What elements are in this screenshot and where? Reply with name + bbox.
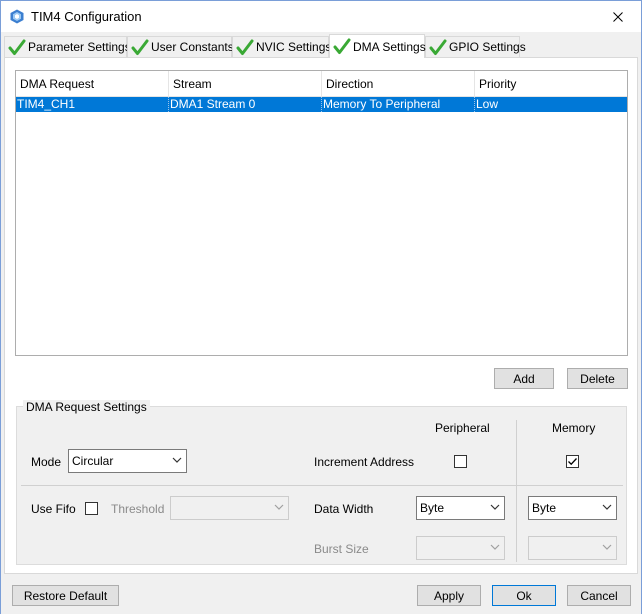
tab-dma-settings[interactable]: DMA Settings <box>329 34 426 58</box>
cube-app-icon <box>10 9 24 24</box>
restore-default-button[interactable]: Restore Default <box>12 585 119 606</box>
peripheral-increment-checkbox[interactable] <box>454 455 467 468</box>
tim4-configuration-dialog: TIM4 Configuration Parameter Settings Us… <box>0 0 642 614</box>
threshold-select[interactable] <box>170 496 289 520</box>
window-title: TIM4 Configuration <box>31 9 142 24</box>
chevron-down-icon <box>490 544 500 550</box>
data-width-label: Data Width <box>314 502 374 516</box>
tab-label: NVIC Settings <box>256 40 332 54</box>
mode-label: Mode <box>31 455 62 469</box>
tab-label: GPIO Settings <box>449 40 526 54</box>
memory-column-separator <box>516 420 517 562</box>
group-title: DMA Request Settings <box>23 400 150 414</box>
column-header-direction[interactable]: Direction <box>322 71 475 97</box>
threshold-label: Threshold <box>111 502 165 516</box>
memory-burst-size-select[interactable] <box>528 536 617 560</box>
increment-address-label: Increment Address <box>314 455 415 469</box>
check-icon <box>236 39 254 55</box>
checkmark-icon <box>568 458 577 466</box>
memory-increment-checkbox[interactable] <box>566 455 579 468</box>
column-header-stream[interactable]: Stream <box>169 71 322 97</box>
peripheral-header: Peripheral <box>435 421 490 435</box>
check-icon <box>429 39 447 55</box>
tab-gpio-settings[interactable]: GPIO Settings <box>425 36 526 57</box>
table-header: DMA Request Stream Direction Priority <box>16 71 627 97</box>
check-icon <box>131 39 149 55</box>
tab-label: DMA Settings <box>353 39 426 54</box>
tab-label: Parameter Settings <box>28 40 131 54</box>
cell-direction: Memory To Peripheral <box>322 97 475 112</box>
cell-stream: DMA1 Stream 0 <box>169 97 322 112</box>
chevron-down-icon <box>172 457 182 463</box>
chevron-down-icon <box>602 504 612 510</box>
chevron-down-icon <box>602 544 612 550</box>
use-fifo-label: Use Fifo <box>31 502 76 516</box>
close-icon <box>613 11 623 22</box>
mode-value: Circular <box>72 454 114 468</box>
use-fifo-checkbox[interactable] <box>85 502 98 515</box>
tab-nvic-settings[interactable]: NVIC Settings <box>232 36 332 57</box>
tab-user-constants[interactable]: User Constants <box>127 36 234 57</box>
dialog-footer: Restore Default Apply Ok Cancel <box>1 574 641 614</box>
tab-bar: Parameter Settings User Constants NVIC S… <box>4 34 638 58</box>
tab-label: User Constants <box>151 40 234 54</box>
dma-request-table: DMA Request Stream Direction Priority TI… <box>15 70 628 356</box>
memory-header: Memory <box>552 421 596 435</box>
check-icon <box>333 38 351 54</box>
row-separator <box>21 485 623 486</box>
add-button[interactable]: Add <box>494 368 554 389</box>
check-icon <box>8 39 26 55</box>
ok-button[interactable]: Ok <box>492 585 556 606</box>
title-bar: TIM4 Configuration <box>1 1 641 32</box>
peripheral-burst-size-select[interactable] <box>416 536 505 560</box>
delete-button[interactable]: Delete <box>567 368 628 389</box>
close-button[interactable] <box>595 1 641 32</box>
peripheral-data-width-value: Byte <box>420 501 445 515</box>
memory-data-width-select[interactable]: Byte <box>528 496 617 520</box>
chevron-down-icon <box>490 504 500 510</box>
table-row[interactable]: TIM4_CH1 DMA1 Stream 0 Memory To Periphe… <box>16 97 627 112</box>
column-header-priority[interactable]: Priority <box>475 71 627 97</box>
memory-data-width-value: Byte <box>532 501 557 515</box>
burst-size-label: Burst Size <box>314 542 369 556</box>
cancel-button[interactable]: Cancel <box>567 585 631 606</box>
mode-select[interactable]: Circular <box>68 449 187 473</box>
chevron-down-icon <box>274 504 284 510</box>
column-header-dma-request[interactable]: DMA Request <box>16 71 169 97</box>
apply-button[interactable]: Apply <box>417 585 481 606</box>
cell-priority: Low <box>476 97 499 111</box>
dma-settings-panel: DMA Request Stream Direction Priority TI… <box>4 57 638 574</box>
cell-dma-request: TIM4_CH1 <box>16 97 169 112</box>
peripheral-data-width-select[interactable]: Byte <box>416 496 505 520</box>
tab-parameter-settings[interactable]: Parameter Settings <box>4 36 131 57</box>
